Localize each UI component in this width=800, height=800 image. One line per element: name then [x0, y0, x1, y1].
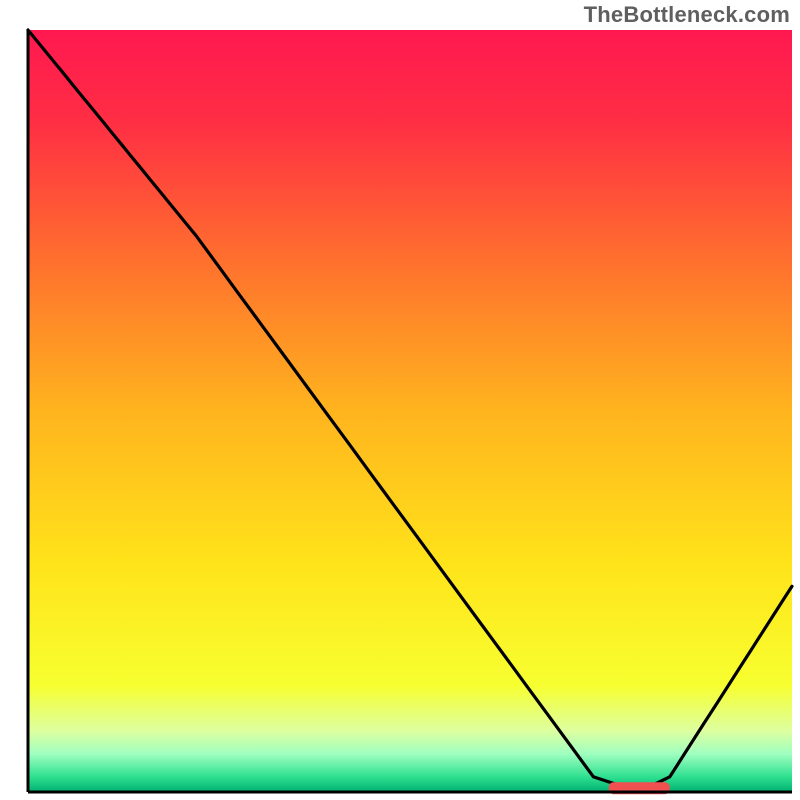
- bottleneck-chart: [0, 0, 800, 800]
- chart-container: TheBottleneck.com: [0, 0, 800, 800]
- plot-background: [28, 30, 792, 792]
